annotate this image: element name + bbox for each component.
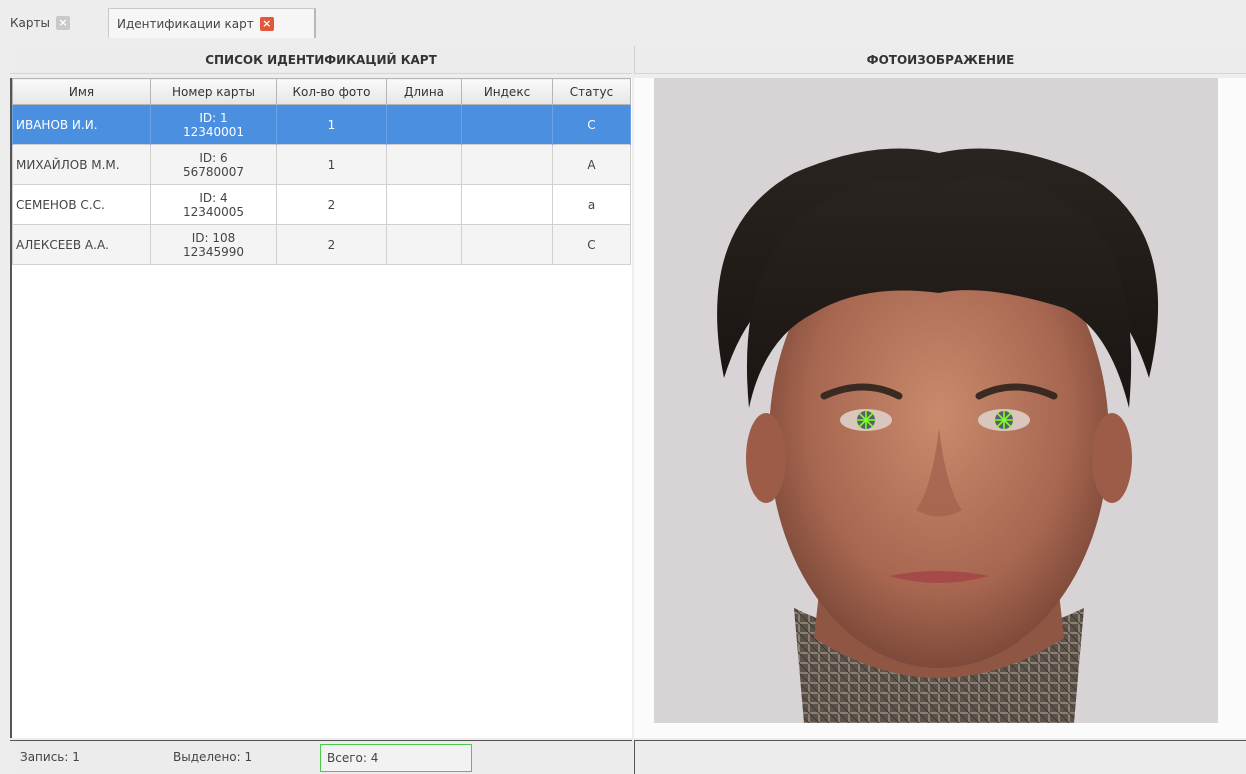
cell-length: [386, 224, 462, 265]
identifications-table: Имя Номер карты Кол-во фото Длина Индекс…: [12, 78, 631, 265]
status-record: Запись: 1: [20, 750, 80, 764]
card-id: ID: 108: [191, 230, 236, 245]
cell-length: [386, 184, 462, 225]
photo-panel-title: ФОТОИЗОБРАЖЕНИЕ: [634, 46, 1246, 74]
cell-name: ИВАНОВ И.И.: [12, 104, 151, 145]
card-id: ID: 4: [199, 190, 228, 205]
status-total: Всего: 4: [320, 744, 472, 772]
cell-status: a: [552, 184, 631, 225]
tab-cards[interactable]: Карты ×: [2, 9, 102, 36]
photo-status-bar: [634, 740, 1246, 774]
cell-photo-count: 1: [276, 104, 387, 145]
cell-status: A: [552, 144, 631, 185]
cell-name: СЕМЕНОВ С.С.: [12, 184, 151, 225]
tab-bar: Карты × Идентификации карт ×: [0, 0, 1246, 44]
close-icon[interactable]: ×: [55, 15, 70, 30]
cell-photo-count: 2: [276, 224, 387, 265]
cell-index: [461, 224, 553, 265]
table-row[interactable]: АЛЕКСЕЕВ А.А. ID: 108 12345990 2 C: [12, 224, 631, 265]
cell-index: [461, 104, 553, 145]
table-row[interactable]: СЕМЕНОВ С.С. ID: 4 12340005 2 a: [12, 184, 631, 225]
card-number: 12340001: [182, 124, 245, 139]
table-row[interactable]: МИХАЙЛОВ М.М. ID: 6 56780007 1 A: [12, 144, 631, 185]
status-bar: Запись: 1 Выделено: 1 Всего: 4: [10, 740, 632, 774]
list-panel-title: СПИСОК ИДЕНТИФИКАЦИЙ КАРТ: [10, 46, 632, 74]
identifications-list[interactable]: Имя Номер карты Кол-во фото Длина Индекс…: [10, 78, 632, 738]
photo-viewer[interactable]: [634, 78, 1246, 738]
column-header-length[interactable]: Длина: [386, 78, 462, 105]
column-header-card-number[interactable]: Номер карты: [150, 78, 277, 105]
card-id: ID: 1: [199, 110, 228, 125]
cell-length: [386, 144, 462, 185]
tab-card-identifications[interactable]: Идентификации карт ×: [108, 8, 316, 38]
card-id: ID: 6: [199, 150, 228, 165]
column-header-name[interactable]: Имя: [12, 78, 151, 105]
column-header-photo-count[interactable]: Кол-во фото: [276, 78, 387, 105]
table-row[interactable]: ИВАНОВ И.И. ID: 1 12340001 1 C: [12, 104, 631, 145]
column-header-index[interactable]: Индекс: [461, 78, 553, 105]
card-number: 12345990: [182, 244, 245, 259]
cell-index: [461, 184, 553, 225]
cell-photo-count: 2: [276, 184, 387, 225]
cell-status: C: [552, 104, 631, 145]
cell-status: C: [552, 224, 631, 265]
eye-marker-left: [856, 410, 876, 430]
cell-index: [461, 144, 553, 185]
card-number: 56780007: [182, 164, 245, 179]
cell-length: [386, 104, 462, 145]
cell-card-number: ID: 108 12345990: [150, 224, 277, 265]
eye-marker-right: [994, 410, 1014, 430]
close-icon[interactable]: ×: [259, 16, 274, 31]
cell-card-number: ID: 6 56780007: [150, 144, 277, 185]
cell-name: МИХАЙЛОВ М.М.: [12, 144, 151, 185]
status-selected: Выделено: 1: [173, 750, 253, 764]
cell-name: АЛЕКСЕЕВ А.А.: [12, 224, 151, 265]
cell-card-number: ID: 4 12340005: [150, 184, 277, 225]
face-photo-image: [654, 78, 1218, 723]
face-photo: [654, 78, 1218, 723]
cell-photo-count: 1: [276, 144, 387, 185]
table-header-row: Имя Номер карты Кол-во фото Длина Индекс…: [12, 78, 631, 105]
column-header-status[interactable]: Статус: [552, 78, 631, 105]
tab-card-identifications-label: Идентификации карт: [117, 16, 254, 31]
cell-card-number: ID: 1 12340001: [150, 104, 277, 145]
card-number: 12340005: [182, 204, 245, 219]
tab-cards-label: Карты: [10, 15, 50, 30]
